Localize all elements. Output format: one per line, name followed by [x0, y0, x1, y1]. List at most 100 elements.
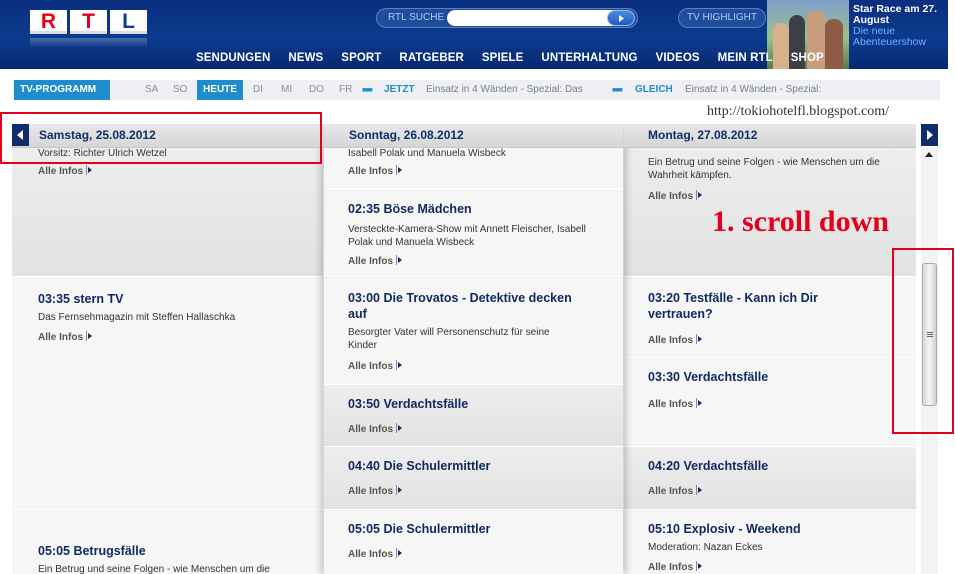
day-tab-heute[interactable]: HEUTE	[197, 80, 243, 100]
more-info-label: Alle Infos	[648, 399, 694, 410]
show-title[interactable]: 05:10 Explosiv - Weekend	[648, 521, 801, 537]
more-info-label: Alle Infos	[348, 486, 394, 497]
show-title[interactable]: 04:40 Die Schulermittler	[348, 458, 490, 474]
more-info-label: Alle Infos	[648, 486, 694, 497]
more-info-label: Alle Infos	[348, 166, 394, 177]
arrow-right-icon	[396, 165, 403, 175]
show-cell[interactable]: 04:40 Die Schulermittler Alle Infos	[324, 448, 623, 510]
dots-icon: ■■■	[612, 87, 623, 94]
more-info-label: Alle Infos	[348, 361, 394, 372]
show-cell[interactable]: 05:10 Explosiv - Weekend Moderation: Naz…	[624, 511, 916, 574]
more-info-link[interactable]: Alle Infos	[648, 560, 703, 573]
show-cell: Isabell Polak und Manuela Wisbeck Alle I…	[324, 148, 623, 190]
divider	[324, 446, 623, 447]
show-title[interactable]: 03:30 Verdachtsfälle	[648, 369, 768, 385]
search-input[interactable]	[447, 10, 627, 26]
divider	[324, 384, 623, 385]
arrow-right-icon	[396, 485, 403, 495]
show-cell[interactable]: 03:50 Verdachtsfälle Alle Infos	[324, 386, 623, 447]
column-body: Isabell Polak und Manuela Wisbeck Alle I…	[324, 148, 623, 574]
nav-item-news[interactable]: NEWS	[288, 52, 323, 64]
arrow-right-icon	[86, 165, 93, 175]
highlight-box-scrollbar	[892, 248, 954, 434]
gleich-label[interactable]: GLEICH	[635, 84, 673, 95]
next-day-arrow-icon[interactable]	[921, 124, 938, 146]
logo-letter: L	[110, 10, 147, 34]
gleich-text[interactable]: Einsatz in 4 Wänden - Spezial:	[685, 84, 821, 95]
nav-item-sendungen[interactable]: SENDUNGEN	[196, 52, 270, 64]
show-title[interactable]: 04:20 Verdachtsfälle	[648, 458, 768, 474]
more-info-link[interactable]: Alle Infos	[648, 397, 703, 410]
divider	[12, 276, 323, 277]
more-info-link[interactable]: Alle Infos	[648, 189, 703, 202]
day-tab-so[interactable]: SO	[173, 84, 187, 95]
watermark-url: http://tokiohotelfl.blogspot.com/	[707, 104, 889, 119]
show-cell[interactable]: 05:05 Betrugsfälle Ein Betrug und seine …	[12, 511, 323, 574]
promo-text[interactable]: Star Race am 27. August Die neue Abenteu…	[853, 4, 948, 48]
show-description: Moderation: Nazan Eckes	[648, 542, 763, 553]
logo-letter: R	[30, 10, 67, 34]
more-info-link[interactable]: Alle Infos	[348, 422, 403, 435]
show-cell[interactable]: 02:35 Böse Mädchen Versteckte-Kamera-Sho…	[324, 191, 623, 277]
more-info-link[interactable]: Alle Infos	[348, 547, 403, 560]
show-title[interactable]: 03:00 Die Trovatos - Detektive decken au…	[348, 290, 578, 322]
more-info-link[interactable]: Alle Infos	[38, 164, 93, 177]
show-title[interactable]: 03:50 Verdachtsfälle	[348, 396, 468, 412]
column-body: Vorsitz: Richter Ulrich Wetzel Alle Info…	[12, 148, 323, 574]
show-cell[interactable]: 05:05 Die Schulermittler Alle Infos	[324, 511, 623, 574]
show-title[interactable]: 03:20 Testfälle - Kann ich Dir vertrauen…	[648, 290, 878, 322]
more-info-link[interactable]: Alle Infos	[648, 333, 703, 346]
day-tab-fr[interactable]: FR	[339, 84, 352, 95]
show-title[interactable]: 02:35 Böse Mädchen	[348, 201, 472, 217]
arrow-right-icon	[396, 548, 403, 558]
show-cell[interactable]: 03:30 Verdachtsfälle Alle Infos	[624, 359, 916, 447]
column-date: Montag, 27.08.2012	[648, 128, 758, 142]
show-description: Das Fernsehmagazin mit Steffen Hallaschk…	[38, 312, 236, 323]
day-tab-sa[interactable]: SA	[145, 84, 158, 95]
main-nav: SENDUNGEN NEWS SPORT RATGEBER SPIELE UNT…	[196, 52, 842, 64]
tv-highlight-button[interactable]: TV HIGHLIGHT	[678, 8, 766, 28]
search-label: RTL SUCHE	[388, 12, 445, 23]
show-title[interactable]: 05:05 Betrugsfälle	[38, 543, 146, 559]
show-cell[interactable]: 03:20 Testfälle - Kann ich Dir vertrauen…	[624, 278, 916, 358]
column-header: Montag, 27.08.2012	[624, 124, 916, 148]
show-title[interactable]: 05:05 Die Schulermittler	[348, 521, 490, 537]
nav-item-sport[interactable]: SPORT	[341, 52, 381, 64]
nav-item-spiele[interactable]: SPIELE	[482, 52, 524, 64]
more-info-label: Alle Infos	[38, 332, 84, 343]
divider	[624, 357, 916, 358]
show-cell[interactable]: 04:20 Verdachtsfälle Alle Infos	[624, 448, 916, 510]
divider	[12, 509, 323, 510]
more-info-link[interactable]: Alle Infos	[348, 254, 403, 267]
nav-item-unterhaltung[interactable]: UNTERHALTUNG	[541, 52, 637, 64]
more-info-link[interactable]: Alle Infos	[38, 330, 93, 343]
show-cell[interactable]: 03:35 stern TV Das Fernsehmagazin mit St…	[12, 278, 323, 510]
tv-program-label[interactable]: TV-PROGRAMM	[14, 80, 110, 100]
nav-item-ratgeber[interactable]: RATGEBER	[399, 52, 463, 64]
more-info-link[interactable]: Alle Infos	[348, 164, 403, 177]
day-column: Montag, 27.08.2012 Ein Betrug und seine …	[624, 124, 916, 574]
show-title[interactable]: 03:35 stern TV	[38, 291, 123, 307]
jetzt-text[interactable]: Einsatz in 4 Wänden - Spezial: Das	[426, 84, 583, 95]
more-info-link[interactable]: Alle Infos	[348, 484, 403, 497]
show-description: Versteckte-Kamera-Show mit Annett Fleisc…	[348, 224, 586, 248]
scroll-up-icon[interactable]	[925, 152, 933, 157]
show-cell[interactable]: 03:00 Die Trovatos - Detektive decken au…	[324, 278, 623, 385]
nav-item-videos[interactable]: VIDEOS	[656, 52, 700, 64]
nav-item-shop[interactable]: SHOP	[791, 52, 824, 64]
jetzt-label[interactable]: JETZT	[384, 84, 415, 95]
day-tab-di[interactable]: DI	[253, 84, 263, 95]
more-info-link[interactable]: Alle Infos	[648, 484, 703, 497]
day-tab-do[interactable]: DO	[309, 84, 324, 95]
more-info-link[interactable]: Alle Infos	[348, 359, 403, 372]
rtl-logo[interactable]: R T L	[30, 10, 147, 34]
arrow-right-icon	[696, 561, 703, 571]
promo-subtitle[interactable]: Die neue Abenteuershow	[853, 26, 948, 48]
search-button[interactable]	[607, 10, 635, 26]
day-tab-mi[interactable]: MI	[281, 84, 292, 95]
annotation-label: 1. scroll down	[712, 205, 889, 238]
arrow-right-icon	[396, 360, 403, 370]
nav-item-mein-rtl[interactable]: MEIN RTL	[718, 52, 773, 64]
promo-title[interactable]: Star Race am 27. August	[853, 4, 948, 26]
arrow-right-icon	[696, 485, 703, 495]
